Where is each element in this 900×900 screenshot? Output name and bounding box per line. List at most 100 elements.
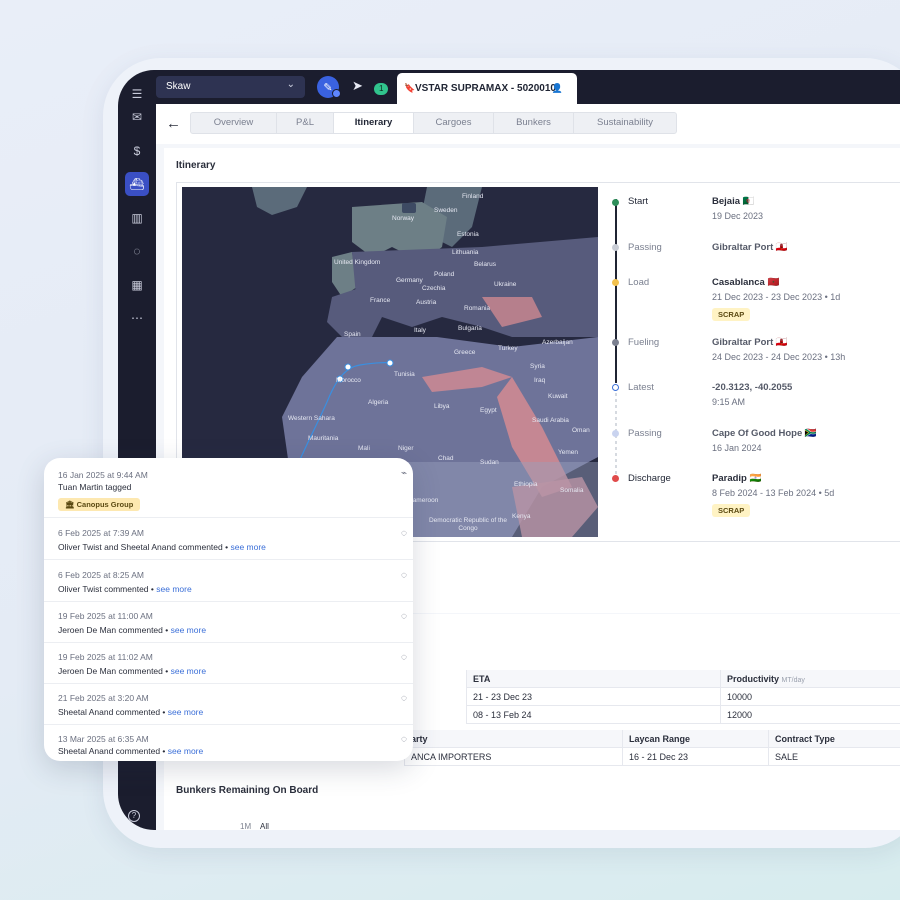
timeline-stop-date: 16 Jan 2024 bbox=[712, 443, 762, 453]
map-label-france: France bbox=[370, 297, 391, 304]
timeline-stop-port[interactable]: Bejaia 🇩🇿 bbox=[712, 196, 754, 207]
map-label-western-sahara: Western Sahara bbox=[288, 415, 335, 422]
activity-item[interactable]: 6 Feb 2025 at 8:25 AM Oliver Twist comme… bbox=[44, 562, 413, 602]
timeline-stop-port[interactable]: Gibraltar Port 🇬🇮 bbox=[712, 242, 788, 253]
see-more-link[interactable]: see more bbox=[171, 625, 206, 635]
map-label-norway: Norway bbox=[392, 215, 415, 222]
timeline-line bbox=[615, 199, 617, 477]
activity-text-line: Sheetal Anand commented • see more bbox=[58, 707, 203, 717]
more-icon[interactable]: ⋯ bbox=[125, 306, 149, 330]
map-label-greece: Greece bbox=[454, 349, 476, 356]
tab-itinerary[interactable]: Itinerary bbox=[334, 113, 414, 133]
tag-icon: ⌁ bbox=[400, 468, 407, 479]
table-header-label: Productivity bbox=[727, 674, 780, 684]
itinerary-title: Itinerary bbox=[176, 160, 216, 171]
activity-panel: 16 Jan 2025 at 9:44 AM Tuan Martin tagge… bbox=[44, 458, 413, 761]
map-label-niger: Niger bbox=[398, 445, 414, 452]
timeline-stop-port[interactable]: -20.3123, -40.2055 bbox=[712, 382, 792, 393]
see-more-link[interactable]: see more bbox=[168, 746, 203, 756]
tab-bunkers[interactable]: Bunkers bbox=[494, 113, 574, 133]
map-label-tunisia: Tunisia bbox=[394, 371, 415, 378]
timeline-stop-date: 21 Dec 2023 - 23 Dec 2023 • 1d bbox=[712, 292, 841, 302]
tab-overview[interactable]: Overview bbox=[191, 113, 277, 133]
map-label-sudan: Sudan bbox=[480, 459, 499, 466]
timeline-dot-passing bbox=[612, 244, 619, 251]
table-cell: ANCA IMPORTERS bbox=[404, 748, 622, 766]
timeline-dot-discharge bbox=[612, 475, 619, 482]
activity-text: Sheetal Anand commented • bbox=[58, 746, 166, 756]
comment-icon: ◌ bbox=[401, 693, 407, 704]
see-more-link[interactable]: see more bbox=[156, 584, 191, 594]
tab-sustainability[interactable]: Sustainability bbox=[574, 113, 676, 133]
help-icon[interactable]: ? bbox=[128, 810, 140, 822]
map-label-morocco: Morocco bbox=[336, 377, 361, 384]
table-cell: 08 - 13 Feb 24 bbox=[466, 706, 720, 724]
map-label-austria: Austria bbox=[416, 299, 437, 306]
activity-text: Tuan Martin tagged bbox=[58, 482, 132, 492]
table-cell: SALE bbox=[768, 748, 900, 766]
map-label-algeria: Algeria bbox=[368, 399, 389, 406]
map-label-kenya: Kenya bbox=[512, 513, 531, 520]
map-label-ethiopia: Ethiopia bbox=[514, 481, 538, 488]
activity-item[interactable]: 16 Jan 2025 at 9:44 AM Tuan Martin tagge… bbox=[44, 458, 413, 518]
comment-icon: ◌ bbox=[401, 528, 407, 539]
timeline-stop-port[interactable]: Casablanca 🇲🇦 bbox=[712, 277, 779, 288]
activity-text: Jeroen De Man commented • bbox=[58, 666, 169, 676]
map-label-italy: Italy bbox=[414, 327, 426, 334]
map-label-egypt: Egypt bbox=[480, 407, 497, 414]
timeline-dot-passing bbox=[612, 430, 619, 437]
activity-item[interactable]: 21 Feb 2025 at 3:20 AM Sheetal Anand com… bbox=[44, 685, 413, 725]
mail-icon[interactable]: ✉ bbox=[125, 105, 149, 129]
currency-icon[interactable]: $ bbox=[125, 139, 149, 163]
timeline-stop-port[interactable]: Paradip 🇮🇳 bbox=[712, 473, 761, 484]
activity-time: 19 Feb 2025 at 11:00 AM bbox=[58, 611, 153, 621]
chart-icon[interactable]: ▥ bbox=[125, 206, 149, 230]
tab-row: ← Overview P&L Itinerary Cargoes Bunkers… bbox=[156, 104, 900, 144]
see-more-link[interactable]: see more bbox=[171, 666, 206, 676]
map-label-iraq: Iraq bbox=[534, 377, 546, 384]
calendar-icon[interactable]: ▦ bbox=[125, 273, 149, 297]
map-label-ukraine: Ukraine bbox=[494, 281, 517, 288]
tab-cargoes[interactable]: Cargoes bbox=[414, 113, 494, 133]
map-label-lithuania: Lithuania bbox=[452, 249, 479, 256]
activity-text: Oliver Twist and Sheetal Anand commented… bbox=[58, 542, 229, 552]
activity-item[interactable]: 19 Feb 2025 at 11:02 AM Jeroen De Man co… bbox=[44, 644, 413, 684]
timeline-dot-fueling bbox=[612, 339, 619, 346]
notification-count: 1 bbox=[374, 83, 389, 95]
cargo-tag: SCRAP bbox=[712, 504, 751, 517]
see-more-link[interactable]: see more bbox=[230, 542, 265, 552]
menu-icon[interactable]: ☰ bbox=[125, 82, 149, 106]
table-cell: 12000 bbox=[720, 706, 900, 724]
vessel-select[interactable]: Skaw ⌄ bbox=[156, 76, 305, 98]
productivity-unit: MT/day bbox=[781, 677, 805, 684]
back-arrow-icon[interactable]: ← bbox=[166, 115, 181, 132]
activity-text-line: Jeroen De Man commented • see more bbox=[58, 666, 206, 676]
vessel-tab[interactable]: 🔖 VSTAR SUPRAMAX - 5020010 👤 bbox=[397, 73, 577, 104]
table-header: ETA bbox=[466, 670, 720, 688]
map-label-mauritania: Mauritania bbox=[308, 435, 339, 442]
timeline-stop-port[interactable]: Cape Of Good Hope 🇿🇦 bbox=[712, 428, 817, 439]
activity-text: Jeroen De Man commented • bbox=[58, 625, 169, 635]
map-label-turkey: Turkey bbox=[498, 345, 518, 352]
timeline-stop-date: 19 Dec 2023 bbox=[712, 211, 764, 221]
activity-item[interactable]: 13 Mar 2025 at 6:35 AM Sheetal Anand com… bbox=[44, 726, 413, 761]
chat-icon[interactable]: ◌ bbox=[125, 239, 149, 263]
map-label-romania: Romania bbox=[464, 305, 491, 312]
timeline-stop-type: Latest bbox=[628, 382, 654, 393]
map-label-bulgaria: Bulgaria bbox=[458, 325, 482, 332]
map-label-chad: Chad bbox=[438, 455, 454, 462]
ship-icon[interactable]: ⛴ bbox=[125, 172, 149, 196]
map-label-yemen: Yemen bbox=[558, 449, 578, 456]
send-icon[interactable]: ➤ bbox=[352, 78, 363, 94]
range-1m-button[interactable]: 1M bbox=[240, 822, 251, 831]
timeline-stop-port[interactable]: Gibraltar Port 🇬🇮 bbox=[712, 337, 788, 348]
activity-item[interactable]: 19 Feb 2025 at 11:00 AM Jeroen De Man co… bbox=[44, 603, 413, 643]
range-all-button[interactable]: All bbox=[260, 822, 269, 831]
activity-time: 16 Jan 2025 at 9:44 AM bbox=[58, 470, 148, 480]
timeline-dot-latest bbox=[612, 384, 619, 391]
see-more-link[interactable]: see more bbox=[168, 707, 203, 717]
activity-item[interactable]: 6 Feb 2025 at 7:39 AM Oliver Twist and S… bbox=[44, 520, 413, 560]
map-label-somalia: Somalia bbox=[560, 487, 584, 494]
activity-time: 21 Feb 2025 at 3:20 AM bbox=[58, 693, 149, 703]
tab-pnl[interactable]: P&L bbox=[277, 113, 334, 133]
